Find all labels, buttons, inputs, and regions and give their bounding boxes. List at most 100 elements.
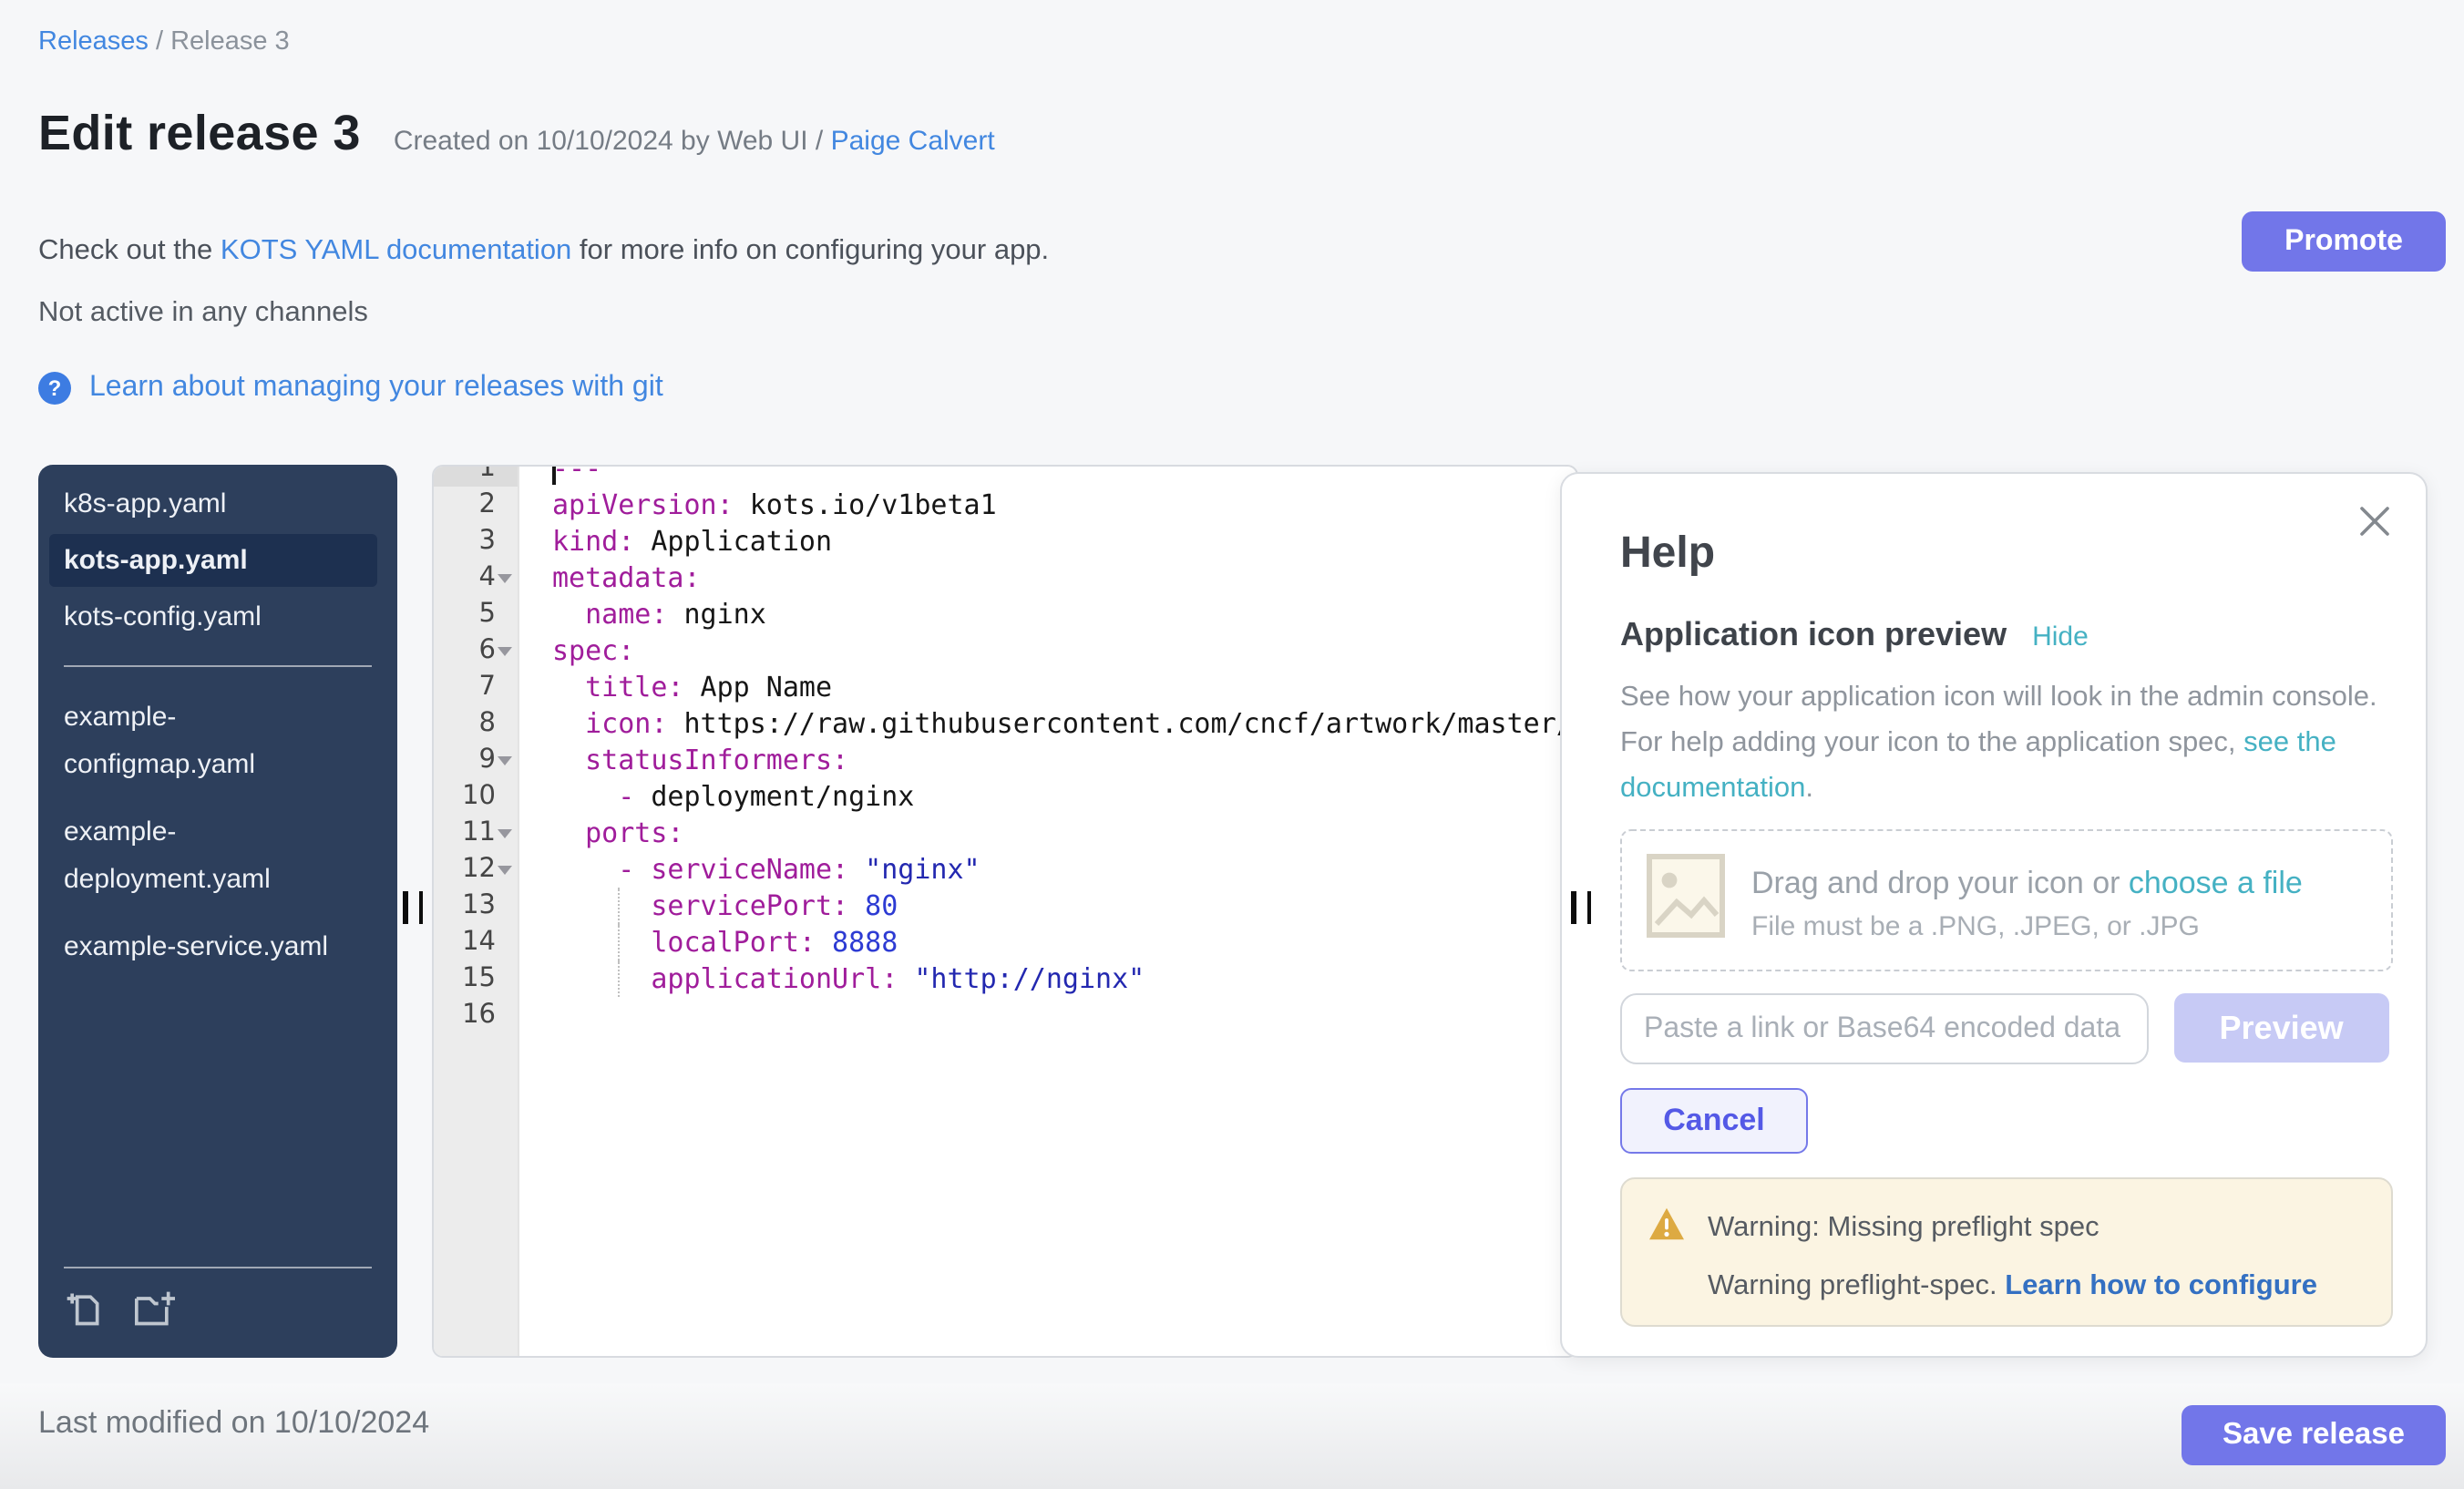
text-segment: for more info on configuring your app.: [571, 235, 1049, 266]
token-plain: [552, 889, 651, 922]
choose-file-link[interactable]: choose a file: [2129, 865, 2303, 899]
sidebar-file-item[interactable]: kots-app.yaml: [49, 534, 377, 587]
icon-url-input[interactable]: [1620, 993, 2148, 1064]
token-plain: deployment/nginx: [634, 780, 914, 813]
code-editor[interactable]: 1---2apiVersion: kots.io/v1beta13kind: A…: [432, 465, 1578, 1358]
pane-resize-handle-left[interactable]: [403, 891, 423, 924]
doc-hint-line: Check out the KOTS YAML documentation fo…: [38, 231, 1049, 270]
fold-arrow-icon[interactable]: [498, 828, 512, 837]
add-file-button[interactable]: [60, 1285, 108, 1338]
file-types-note: File must be a .PNG, .JPEG, or .JPG: [1751, 910, 2303, 941]
code-rows: 1---2apiVersion: kots.io/v1beta13kind: A…: [434, 465, 1576, 1033]
indent-guide: [618, 960, 620, 997]
fold-arrow-icon[interactable]: [498, 755, 512, 765]
help-title: Help: [1620, 529, 2389, 580]
sidebar-file-item[interactable]: kots-config.yaml: [38, 592, 397, 642]
hide-link[interactable]: Hide: [2032, 621, 2089, 652]
warning-detail: Warning preflight-spec. Learn how to con…: [1708, 1270, 2366, 1303]
fold-arrow-icon[interactable]: [498, 865, 512, 874]
token-key: icon:: [585, 707, 667, 740]
line-number: 16: [434, 997, 518, 1033]
code-line[interactable]: 12 - serviceName: "nginx": [434, 851, 1576, 888]
promote-button[interactable]: Promote: [2242, 211, 2446, 272]
release-editor-page: Releases / Release 3 Edit release 3 Creat…: [0, 0, 2464, 1489]
token-str: "http://nginx": [898, 962, 1145, 995]
token-key: statusInformers:: [585, 744, 848, 776]
add-file-icon: [64, 1307, 104, 1334]
file-sidebar: k8s-app.yamlkots-app.yamlkots-config.yam…: [38, 465, 397, 1358]
fold-arrow-icon[interactable]: [498, 573, 512, 582]
code-line[interactable]: 9 statusInformers:: [434, 742, 1576, 778]
fold-arrow-icon[interactable]: [498, 646, 512, 655]
token-key: ports:: [585, 816, 683, 849]
token-plain: Application: [634, 525, 832, 558]
text-segment: .: [1805, 773, 1813, 804]
configure-preflight-link[interactable]: Learn how to configure: [2005, 1270, 2317, 1301]
text-segment: Check out the: [38, 235, 221, 266]
code-text: localPort: 8888: [518, 924, 1576, 960]
text-segment: Drag and drop your icon or: [1751, 865, 2129, 899]
sidebar-file-item[interactable]: example-service.yaml: [38, 917, 359, 979]
pane-resize-handle-right[interactable]: [1571, 891, 1591, 924]
line-number: 9: [434, 742, 518, 778]
token-key: metadata:: [552, 561, 701, 594]
token-key: applicationUrl:: [651, 962, 898, 995]
token-plain: kots.io/v1beta1: [734, 488, 997, 521]
code-line[interactable]: 11 ports:: [434, 815, 1576, 851]
code-line[interactable]: 3kind: Application: [434, 523, 1576, 560]
sidebar-file-item[interactable]: k8s-app.yaml: [38, 479, 397, 529]
code-line[interactable]: 1---: [434, 465, 1576, 487]
code-line[interactable]: 5 name: nginx: [434, 596, 1576, 632]
code-line[interactable]: 13 servicePort: 80: [434, 888, 1576, 924]
token-plain: [552, 853, 618, 886]
file-list-top: k8s-app.yamlkots-app.yamlkots-config.yam…: [38, 465, 397, 642]
token-key: serviceName:: [651, 853, 848, 886]
code-line[interactable]: 8 icon: https://raw.githubusercontent.co…: [434, 705, 1576, 742]
text-segment: Created on 10/10/2024 by Web UI /: [394, 126, 831, 157]
line-number: 11: [434, 815, 518, 851]
dropzone-text: Drag and drop your icon or choose a file: [1751, 859, 2303, 907]
close-help-button[interactable]: [2353, 499, 2397, 549]
code-text: metadata:: [518, 560, 1576, 596]
code-line[interactable]: 10 - deployment/nginx: [434, 778, 1576, 815]
token-key: kind:: [552, 525, 634, 558]
code-line[interactable]: 6spec:: [434, 632, 1576, 669]
sidebar-file-item[interactable]: example-deployment.yaml: [38, 802, 359, 911]
sidebar-actions: [38, 1268, 397, 1358]
line-number: 3: [434, 523, 518, 560]
breadcrumb-current: Release 3: [170, 27, 290, 56]
code-line[interactable]: 4 metadata:: [434, 560, 1576, 596]
code-text: - serviceName: "nginx": [518, 851, 1576, 888]
token-plain: [552, 671, 585, 703]
breadcrumb: Releases / Release 3: [38, 24, 290, 60]
code-text: kind: Application: [518, 523, 1576, 560]
author-link[interactable]: Paige Calvert: [831, 126, 995, 157]
token-key: localPort:: [651, 926, 816, 959]
sidebar-file-item[interactable]: example-configmap.yaml: [38, 687, 359, 796]
cancel-button[interactable]: Cancel: [1620, 1088, 1808, 1154]
code-line[interactable]: 7 title: App Name: [434, 669, 1576, 705]
line-number: 2: [434, 487, 518, 523]
code-text: spec:: [518, 632, 1576, 669]
token-plain: [552, 707, 585, 740]
line-number: 4: [434, 560, 518, 596]
file-list-bottom: example-configmap.yamlexample-deployment…: [38, 687, 397, 979]
add-folder-button[interactable]: [129, 1285, 180, 1338]
page-header: Edit release 3 Created on 10/10/2024 by W…: [38, 106, 995, 162]
kots-yaml-doc-link[interactable]: KOTS YAML documentation: [221, 235, 571, 266]
code-line[interactable]: 14 localPort: 8888: [434, 924, 1576, 960]
code-line[interactable]: 16: [434, 997, 1576, 1033]
question-circle-icon: ?: [38, 372, 71, 405]
warning-banner: Warning: Missing preflight spec Warning …: [1620, 1177, 2393, 1327]
code-line[interactable]: 15 applicationUrl: "http://nginx": [434, 960, 1576, 997]
page-title: Edit release 3: [38, 106, 361, 160]
save-release-button[interactable]: Save release: [2182, 1405, 2446, 1465]
code-line[interactable]: 2apiVersion: kots.io/v1beta1: [434, 487, 1576, 523]
icon-dropzone[interactable]: Drag and drop your icon or choose a file…: [1620, 829, 2393, 971]
token-plain: https://raw.githubusercontent.com/cncf/a…: [667, 707, 1572, 740]
token-key: servicePort:: [651, 889, 848, 922]
breadcrumb-releases-link[interactable]: Releases: [38, 27, 149, 56]
preview-button[interactable]: Preview: [2173, 993, 2389, 1063]
git-releases-link[interactable]: ? Learn about managing your releases wit…: [38, 372, 663, 405]
last-modified-label: Last modified on 10/10/2024: [38, 1405, 429, 1442]
